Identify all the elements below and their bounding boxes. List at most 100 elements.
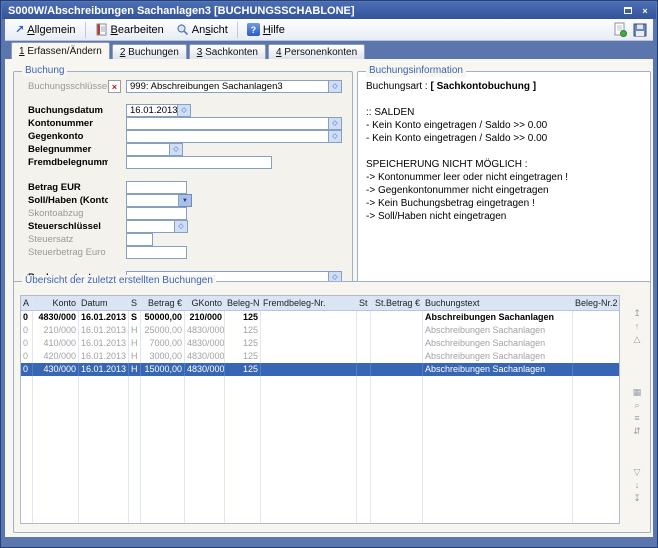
- table-row[interactable]: [21, 402, 619, 415]
- table-row[interactable]: [21, 467, 619, 480]
- kontonummer-value[interactable]: [126, 117, 329, 130]
- table-row[interactable]: 04830/00016.01.2013S50000,00210/000125Ab…: [21, 311, 619, 324]
- soll-haben-arrow[interactable]: ▼: [179, 194, 192, 207]
- menu-bearbeiten[interactable]: Bearbeiten: [89, 21, 170, 38]
- column-header[interactable]: Konto: [33, 298, 79, 308]
- column-header[interactable]: S: [129, 298, 141, 308]
- scroll-top-icon[interactable]: ↥: [630, 307, 644, 320]
- table-cell: [357, 480, 371, 493]
- column-header[interactable]: St: [357, 298, 371, 308]
- menu-ansicht-label: Ansicht: [192, 24, 228, 36]
- field-row-fremdbelegnummer: Fremdbelegnummer: [20, 156, 346, 169]
- table-cell: [129, 506, 141, 519]
- new-document-button[interactable]: [611, 21, 629, 39]
- table-cell: [357, 519, 371, 524]
- table-row[interactable]: [21, 389, 619, 402]
- table-cell: [573, 324, 619, 337]
- search-icon[interactable]: ⌕: [630, 399, 644, 412]
- table-body: 04830/00016.01.2013S50000,00210/000125Ab…: [21, 311, 619, 524]
- tab-sachkonten[interactable]: 3 Sachkonten: [189, 44, 266, 59]
- betrag-eur-input[interactable]: [126, 181, 187, 194]
- buchungsdatum-value[interactable]: 16.01.2013: [126, 104, 178, 117]
- side-icons-bottom: ▽↓↧: [630, 466, 644, 505]
- column-header[interactable]: Datum: [79, 298, 129, 308]
- table-row[interactable]: 0210/00016.01.2013H25000,004830/000125Ab…: [21, 324, 619, 337]
- steuerschluessel-field[interactable]: ◇: [126, 220, 188, 233]
- table-cell: [21, 376, 33, 389]
- spinner-icon: ◇: [332, 133, 337, 140]
- column-header[interactable]: A: [21, 298, 33, 308]
- table-row[interactable]: [21, 493, 619, 506]
- steuerbetrag-input[interactable]: [126, 246, 187, 259]
- menu-ansicht[interactable]: Ansicht: [170, 21, 234, 38]
- buchungsart-value: [ Sachkontobuchung ]: [430, 81, 536, 92]
- table-row[interactable]: [21, 415, 619, 428]
- steuerschluessel-spinner[interactable]: ◇: [175, 220, 188, 233]
- save-button[interactable]: [631, 21, 649, 39]
- restore-button[interactable]: [621, 5, 635, 17]
- table-cell: 0: [21, 311, 33, 324]
- buchungsschluessel-spinner[interactable]: ◇: [329, 80, 342, 93]
- table-row[interactable]: 0430/00016.01.2013H15000,004830/000125Ab…: [21, 363, 619, 376]
- soll-haben-value[interactable]: [126, 194, 179, 207]
- buchungsschluessel-value[interactable]: 999: Abschreibungen Sachanlagen3: [126, 80, 329, 93]
- column-header[interactable]: Fremdbeleg-Nr.: [261, 298, 357, 308]
- steuersatz-input[interactable]: [126, 233, 153, 246]
- column-header[interactable]: Buchungstext: [423, 298, 573, 308]
- column-header[interactable]: GKonto: [185, 298, 225, 308]
- menu-hilfe[interactable]: ? Hilfe: [241, 21, 291, 38]
- row-up-icon[interactable]: ↑: [630, 320, 644, 333]
- table-cell: [357, 402, 371, 415]
- table-row[interactable]: [21, 506, 619, 519]
- gegenkonto-value[interactable]: [126, 130, 329, 143]
- column-header[interactable]: Beleg-Nr.2: [573, 298, 619, 308]
- scroll-bottom-icon[interactable]: ↧: [630, 492, 644, 505]
- fremdbelegnummer-input[interactable]: [126, 156, 272, 169]
- gegenkonto-combo[interactable]: ◇: [126, 130, 342, 143]
- table-row[interactable]: 0420/00016.01.2013H3000,004830/000125Abs…: [21, 350, 619, 363]
- buchungsdatum-spinner[interactable]: ◇: [178, 104, 191, 117]
- table-row[interactable]: 0410/00016.01.2013H7000,004830/000125Abs…: [21, 337, 619, 350]
- belegnummer-field[interactable]: ◇: [126, 143, 183, 156]
- table-cell: [79, 454, 129, 467]
- tab-buchungen[interactable]: 2 Buchungen: [112, 44, 187, 59]
- kontonummer-combo[interactable]: ◇: [126, 117, 342, 130]
- buchungsschluessel-combo[interactable]: 999: Abschreibungen Sachanlagen3 ◇: [126, 80, 342, 93]
- kontonummer-spinner[interactable]: ◇: [329, 117, 342, 130]
- tab-personenkonten[interactable]: 4 Personenkonten: [268, 44, 365, 59]
- table-cell: [21, 454, 33, 467]
- menu-hilfe-label: Hilfe: [263, 24, 285, 36]
- page-down-icon[interactable]: ▽: [630, 466, 644, 479]
- column-header[interactable]: Beleg-Nr.: [225, 298, 261, 308]
- list-icon[interactable]: ≡: [630, 412, 644, 425]
- table-row[interactable]: [21, 376, 619, 389]
- grid-icon[interactable]: ▦: [630, 386, 644, 399]
- table-row[interactable]: [21, 480, 619, 493]
- table-cell: [423, 402, 573, 415]
- steuerschluessel-value[interactable]: [126, 220, 175, 233]
- column-header[interactable]: Betrag €: [141, 298, 185, 308]
- menu-allgemein[interactable]: ↗ Allgemein: [9, 21, 82, 38]
- table-cell: [573, 428, 619, 441]
- column-header[interactable]: St.Betrag €: [371, 298, 423, 308]
- edit-document-icon: [95, 23, 108, 36]
- table-row[interactable]: [21, 454, 619, 467]
- table-cell: [33, 415, 79, 428]
- buchungsdatum-field[interactable]: 16.01.2013 ◇: [126, 104, 191, 117]
- row-down-icon[interactable]: ↓: [630, 479, 644, 492]
- sort-icon[interactable]: ⇵: [630, 425, 644, 438]
- gegenkonto-spinner[interactable]: ◇: [329, 130, 342, 143]
- tab-erfassen-aendern[interactable]: 1 Erfassen/Ändern: [11, 42, 110, 59]
- belegnummer-spinner[interactable]: ◇: [170, 143, 183, 156]
- table-cell: [141, 480, 185, 493]
- clear-buchungsschluessel-button[interactable]: ×: [108, 80, 121, 93]
- page-up-icon[interactable]: △: [630, 333, 644, 346]
- window-title: S000W/Abschreibungen Sachanlagen3 [BUCHU…: [8, 5, 618, 17]
- table-row[interactable]: [21, 428, 619, 441]
- skontoabzug-input[interactable]: [126, 207, 187, 220]
- table-row[interactable]: [21, 519, 619, 524]
- close-button[interactable]: ×: [638, 5, 652, 17]
- table-row[interactable]: [21, 441, 619, 454]
- soll-haben-dropdown[interactable]: ▼: [126, 194, 192, 207]
- belegnummer-value[interactable]: [126, 143, 170, 156]
